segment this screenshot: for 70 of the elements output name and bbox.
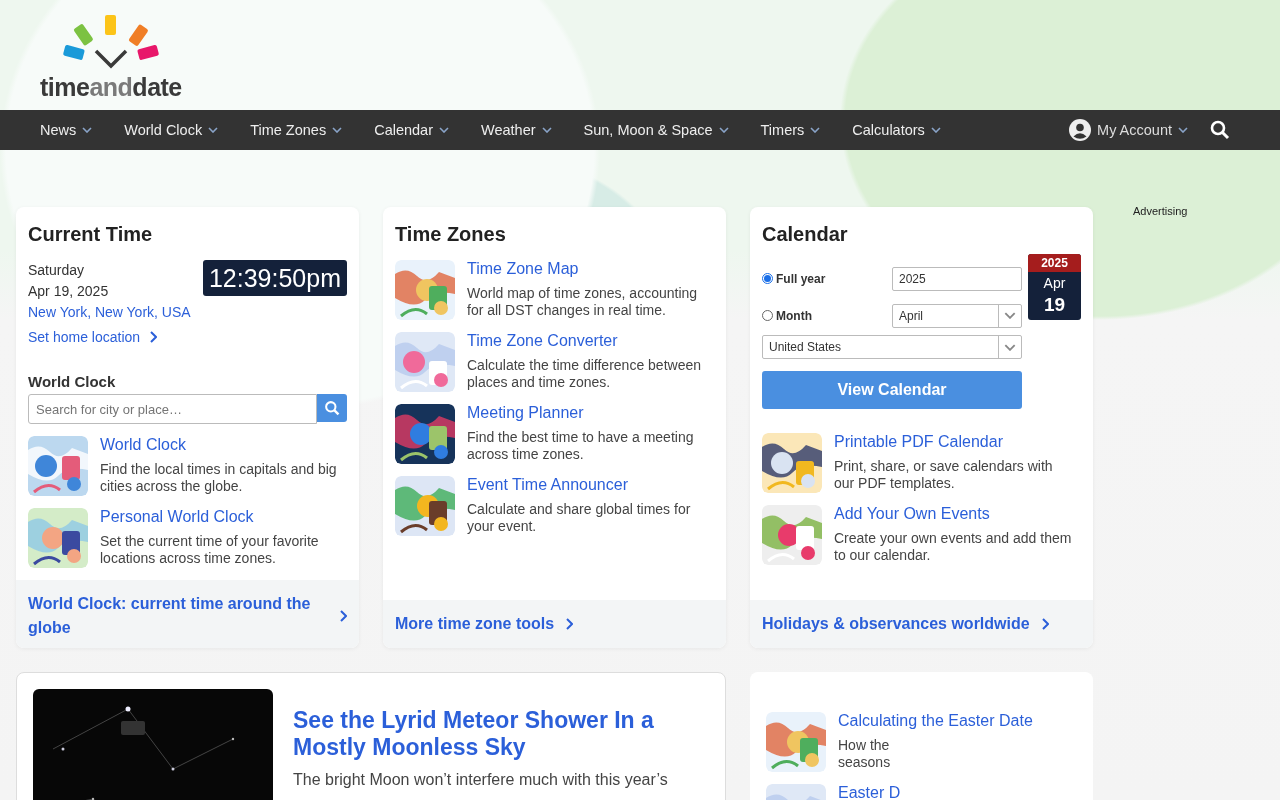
feature-description: Calculate and share global times for your event.	[467, 501, 692, 535]
nav-menu-item[interactable]: World Clock	[108, 110, 235, 150]
date-badge: 2025 Apr 19	[1028, 254, 1081, 320]
nav-menu-item[interactable]: News	[24, 110, 109, 150]
article-title[interactable]: See the Lyrid Meteor Shower In a Mostly Moonless Sky	[293, 707, 709, 761]
chevron-right-icon	[1041, 618, 1049, 630]
chevron-down-icon	[1178, 127, 1188, 133]
feature-description: How the	[838, 737, 891, 754]
country-dropdown[interactable]: United States	[762, 335, 1022, 359]
chevron-down-icon	[930, 127, 941, 133]
logo-text[interactable]: timeanddate	[40, 75, 182, 100]
home-location-link[interactable]: Set home location	[28, 329, 347, 345]
card-title: Time Zones	[395, 223, 507, 246]
nav-menu-item[interactable]: Calculators	[836, 110, 957, 150]
chevron-down-icon	[82, 127, 93, 133]
nav-menu-item[interactable]: Sun, Moon & Space	[567, 110, 745, 150]
advertising-label: Advertising	[1132, 205, 1189, 219]
account-menu[interactable]: My Account	[1055, 119, 1202, 141]
search-icon	[323, 399, 341, 417]
location-link[interactable]: New York, New York, USA	[28, 302, 191, 323]
chevron-down-icon	[1004, 312, 1016, 319]
nav-menu-item[interactable]: Timers	[744, 110, 837, 150]
radio-label[interactable]: Month	[776, 308, 812, 323]
article-excerpt: The bright Moon won’t interfere much with this year’s	[293, 771, 669, 789]
radio-button[interactable]	[762, 273, 773, 284]
feature-description: Find the best time to have a meeting across time zones.	[467, 429, 695, 463]
feature-description: Find the local times in capitals and big cities across the globe.	[100, 461, 338, 495]
search-field[interactable]: Search for city or place…	[28, 394, 317, 424]
nav-menu-item[interactable]: Weather	[465, 110, 568, 150]
view-calendar-button[interactable]: View Calendar	[762, 371, 1022, 409]
radio-label[interactable]: Full year	[776, 271, 826, 286]
search-icon[interactable]	[1210, 120, 1230, 140]
feature-link[interactable]: Easter D	[838, 784, 901, 800]
feature-description: seasons	[838, 754, 892, 771]
feature-description: Set the current time of your favorite locations across time zones.	[100, 533, 320, 567]
card-title: Calendar	[762, 223, 849, 246]
feature-description: Create your own events and add them to our calendar.	[834, 530, 1073, 564]
feature-link[interactable]: Personal World Clock	[100, 508, 340, 526]
chevron-down-icon	[810, 127, 821, 133]
chevron-down-icon	[1004, 343, 1016, 351]
chevron-down-icon	[208, 127, 219, 133]
clock-display: 12:39:50pm	[202, 260, 347, 296]
date: Apr 19, 2025	[28, 282, 110, 301]
feature-description: World map of time zones, accounting for all DST changes in real time.	[467, 285, 699, 319]
chevron-right-icon	[566, 618, 574, 630]
chevron-down-icon	[541, 127, 552, 133]
year-field[interactable]: 2025	[892, 266, 1022, 291]
feature-link[interactable]: Meeting Planner	[467, 404, 707, 422]
chevron-right-icon	[150, 331, 158, 343]
chevron-down-icon	[332, 127, 343, 133]
feature-link[interactable]: Event Time Announcer	[467, 476, 707, 494]
chevron-right-icon	[340, 610, 347, 622]
chevron-down-icon	[718, 127, 729, 133]
feature-link[interactable]: Time Zone Map	[467, 260, 707, 278]
feature-link[interactable]: World Clock	[100, 436, 340, 454]
month-dropdown[interactable]: April	[892, 303, 1022, 328]
nav-menu-item[interactable]: Calendar	[358, 110, 465, 150]
user-icon	[1069, 119, 1092, 141]
feature-description: Print, share, or save calendars with our PDF templates.	[834, 458, 1054, 492]
feature-link[interactable]: Time Zone Converter	[467, 332, 707, 350]
feature-link[interactable]: Calculating the Easter Date	[838, 712, 1033, 730]
feature-description: Calculate the time difference between places and time zones.	[467, 357, 702, 391]
weekday: Saturday	[28, 261, 86, 280]
nav-menu-item[interactable]: Time Zones	[234, 110, 359, 150]
search-button[interactable]	[317, 394, 347, 422]
chevron-down-icon	[439, 127, 449, 133]
feature-link[interactable]: Add Your Own Events	[834, 505, 1074, 523]
feature-link[interactable]: Printable PDF Calendar	[834, 433, 1074, 451]
section-heading: World Clock	[28, 373, 117, 390]
card-title: Current Time	[28, 223, 154, 246]
